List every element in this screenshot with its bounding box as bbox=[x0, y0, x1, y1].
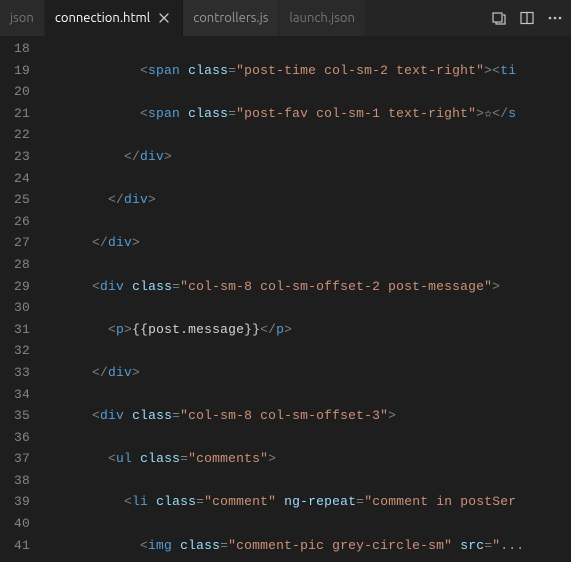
tab-label: launch.json bbox=[289, 11, 354, 25]
code-line: </div> bbox=[44, 362, 571, 384]
line-number: 39 bbox=[0, 491, 30, 513]
editor-tab-bar: json connection.html controllers.js laun… bbox=[0, 0, 571, 36]
line-number: 29 bbox=[0, 276, 30, 298]
line-number: 38 bbox=[0, 470, 30, 492]
line-number: 36 bbox=[0, 427, 30, 449]
line-number: 21 bbox=[0, 103, 30, 125]
split-editor-icon[interactable] bbox=[519, 10, 535, 26]
line-number: 35 bbox=[0, 405, 30, 427]
code-line: </div> bbox=[44, 189, 571, 211]
compare-changes-icon[interactable] bbox=[491, 10, 507, 26]
line-number: 37 bbox=[0, 448, 30, 470]
line-number: 31 bbox=[0, 319, 30, 341]
tab-label: connection.html bbox=[55, 11, 150, 25]
tab-json[interactable]: json bbox=[0, 0, 45, 36]
code-line: <img class="comment-pic grey-circle-sm" … bbox=[44, 535, 571, 557]
line-number: 27 bbox=[0, 232, 30, 254]
line-number: 40 bbox=[0, 513, 30, 535]
tab-connection-html[interactable]: connection.html bbox=[45, 0, 183, 36]
line-number: 19 bbox=[0, 60, 30, 82]
code-line: <div class="col-sm-8 col-sm-offset-2 pos… bbox=[44, 276, 571, 298]
tab-label: json bbox=[10, 11, 34, 25]
more-actions-icon[interactable] bbox=[547, 10, 563, 26]
line-number: 23 bbox=[0, 146, 30, 168]
code-content[interactable]: <span class="post-time col-sm-2 text-rig… bbox=[44, 36, 571, 562]
line-number: 18 bbox=[0, 38, 30, 60]
line-number: 20 bbox=[0, 81, 30, 103]
line-number: 28 bbox=[0, 254, 30, 276]
tabbar-actions bbox=[483, 10, 571, 26]
line-number: 32 bbox=[0, 340, 30, 362]
line-number: 34 bbox=[0, 384, 30, 406]
line-number: 22 bbox=[0, 124, 30, 146]
close-icon[interactable] bbox=[156, 10, 172, 26]
code-line: </div> bbox=[44, 232, 571, 254]
line-number-gutter: 1819202122232425262728293031323334353637… bbox=[0, 36, 44, 562]
line-number: 26 bbox=[0, 211, 30, 233]
line-number: 33 bbox=[0, 362, 30, 384]
line-number: 41 bbox=[0, 535, 30, 557]
tab-launch-json[interactable]: launch.json bbox=[279, 0, 365, 36]
code-line: <div class="col-sm-8 col-sm-offset-3"> bbox=[44, 405, 571, 427]
code-editor[interactable]: 1819202122232425262728293031323334353637… bbox=[0, 36, 571, 562]
line-number: 24 bbox=[0, 168, 30, 190]
tab-controllers-js[interactable]: controllers.js bbox=[183, 0, 279, 36]
line-number: 25 bbox=[0, 189, 30, 211]
code-line: <span class="post-time col-sm-2 text-rig… bbox=[44, 60, 571, 82]
code-line: <p>{{post.message}}</p> bbox=[44, 319, 571, 341]
code-line: </div> bbox=[44, 146, 571, 168]
code-line: <li class="comment" ng-repeat="comment i… bbox=[44, 491, 571, 513]
code-line: <span class="post-fav col-sm-1 text-righ… bbox=[44, 103, 571, 125]
code-line: <ul class="comments"> bbox=[44, 448, 571, 470]
line-number: 30 bbox=[0, 297, 30, 319]
tab-label: controllers.js bbox=[193, 11, 268, 25]
